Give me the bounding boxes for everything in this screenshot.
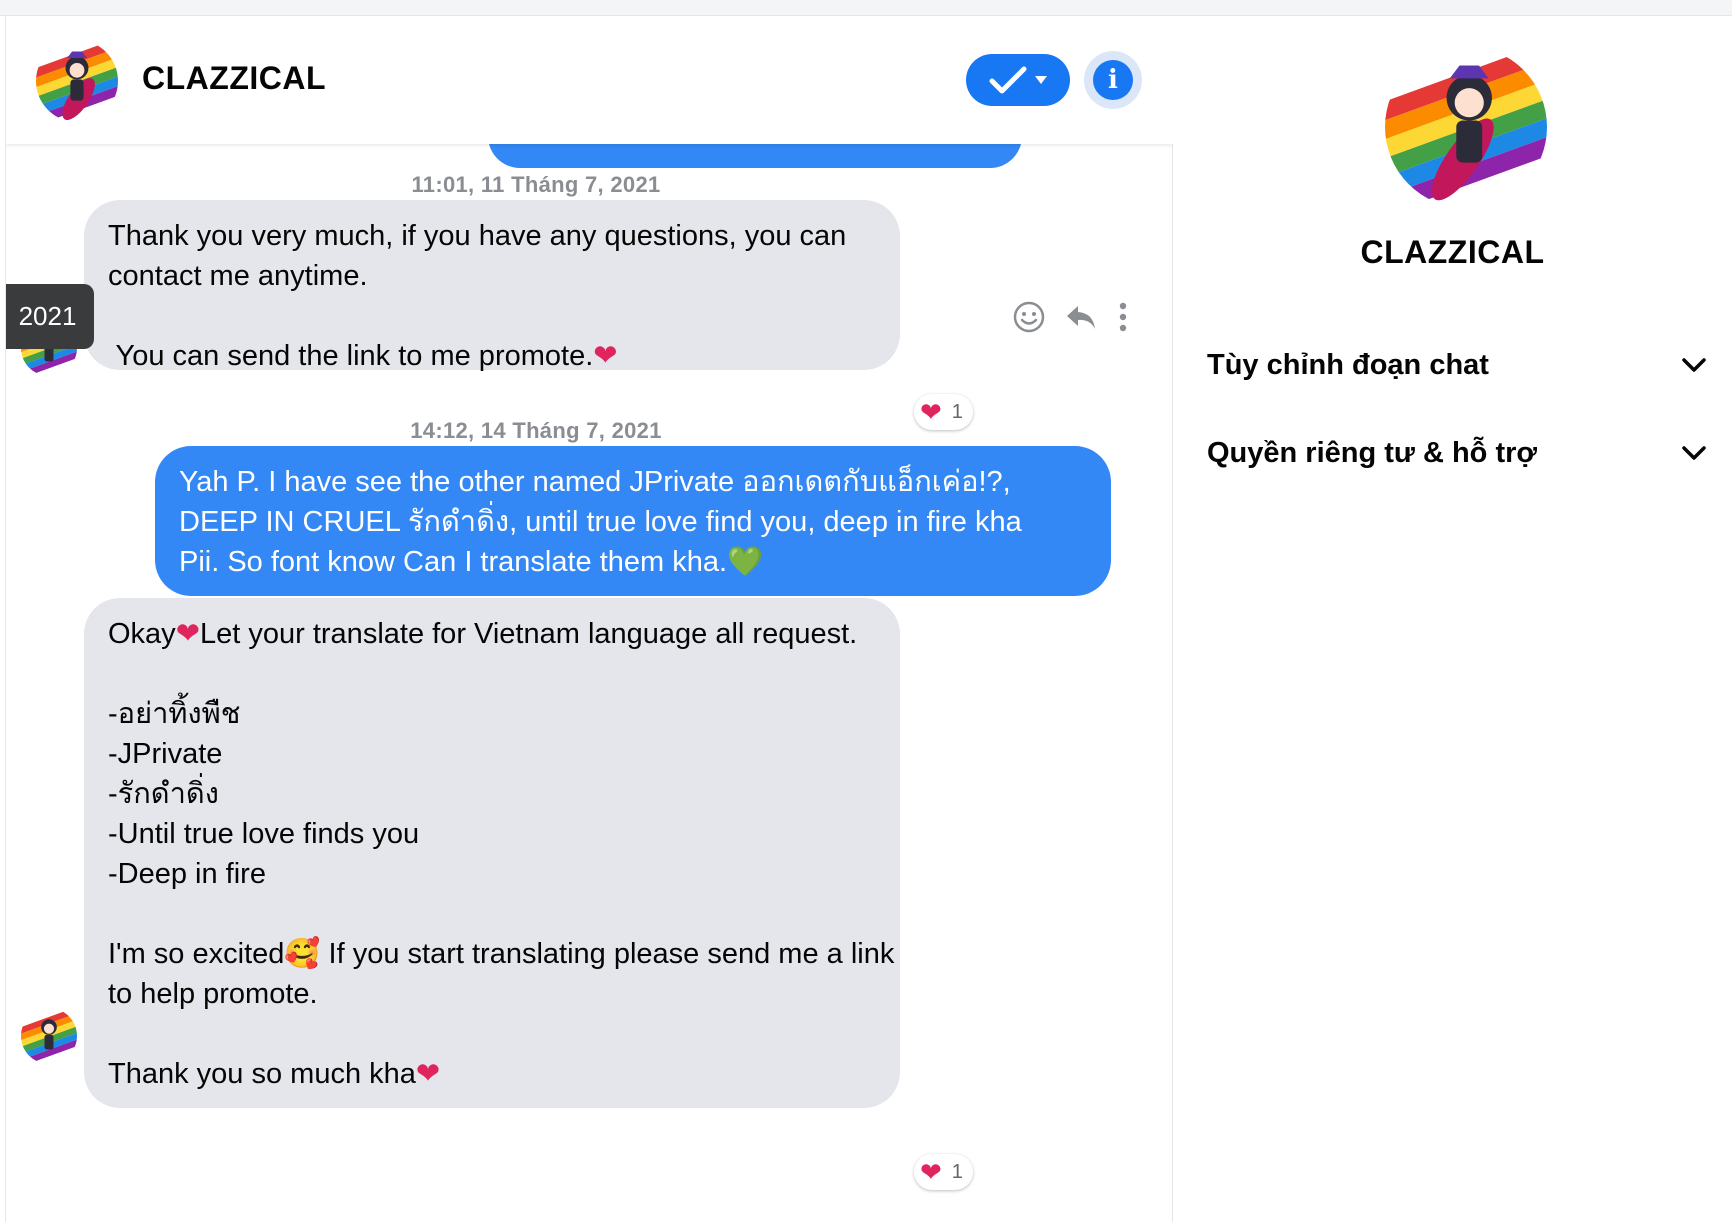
heart-emoji: ❤ bbox=[415, 1058, 441, 1090]
avatar-image bbox=[36, 40, 118, 122]
chevron-down-icon bbox=[1682, 446, 1706, 460]
profile-name: CLAZZICAL bbox=[1360, 234, 1545, 270]
message-line: Okay❤Let your translate for Vietnam lang… bbox=[108, 614, 876, 654]
heart-emoji: ❤ bbox=[593, 340, 618, 372]
customize-chat-section[interactable]: Tùy chỉnh đoạn chat bbox=[1207, 340, 1707, 390]
chat-header: CLAZZICAL i bbox=[6, 16, 1173, 144]
message-line bbox=[108, 1014, 876, 1054]
top-edge bbox=[0, 0, 1732, 16]
incoming-message[interactable]: Thank you very much, if you have any que… bbox=[84, 200, 900, 372]
message-line: You can send the link to me promote.❤ bbox=[108, 336, 876, 376]
message-line: Pii. So font know Can I translate them k… bbox=[179, 542, 1087, 582]
avatar-image bbox=[1385, 46, 1547, 208]
delivered-status-button[interactable] bbox=[966, 54, 1070, 106]
message-line: -JPrivate bbox=[108, 738, 223, 770]
message-line bbox=[108, 894, 876, 934]
check-icon bbox=[989, 66, 1027, 94]
smiling-hearts-emoji: 🥰 bbox=[284, 938, 321, 970]
message-line: Thank you very much, if you have any que… bbox=[108, 220, 847, 252]
message-text: I'm so excited bbox=[108, 938, 285, 970]
message-line: Yah P. I have see the other named JPriva… bbox=[179, 466, 1011, 498]
chat-pane: Yah. I will see the other novel kha. ❤❤ bbox=[5, 16, 1173, 1222]
reaction-count: 1 bbox=[951, 1160, 963, 1183]
message-text: You can send the link to me promote. bbox=[108, 340, 594, 372]
message-line bbox=[108, 296, 876, 336]
conversation-info-button[interactable]: i bbox=[1084, 51, 1142, 109]
chevron-down-icon bbox=[1035, 76, 1047, 84]
outgoing-message[interactable]: Yah P. I have see the other named JPriva… bbox=[155, 446, 1111, 596]
timestamp: 11:01, 11 Tháng 7, 2021 bbox=[411, 172, 661, 197]
info-icon: i bbox=[1093, 60, 1133, 100]
green-heart-emoji: 💚 bbox=[727, 546, 764, 578]
heart-emoji: ❤ bbox=[175, 618, 200, 650]
date-tooltip: 2021 bbox=[6, 284, 94, 349]
smiley-icon[interactable] bbox=[1012, 300, 1046, 334]
section-label: Quyền riêng tư & hỗ trợ bbox=[1207, 436, 1538, 469]
contact-name: CLAZZICAL bbox=[142, 60, 327, 96]
message-text: Thank you so much kha bbox=[108, 1058, 416, 1090]
reply-icon[interactable] bbox=[1064, 302, 1098, 332]
timestamp: 14:12, 14 Tháng 7, 2021 bbox=[410, 418, 662, 443]
message-line: -รักดำดิ่ง bbox=[108, 778, 219, 810]
conversation-info-panel: CLAZZICAL Tùy chỉnh đoạn chat Quyền riên… bbox=[1173, 16, 1732, 1222]
message-text: If you start translating please send me … bbox=[320, 938, 895, 970]
reaction-badge[interactable]: ❤ 1 bbox=[914, 1154, 973, 1190]
message-line: to help promote. bbox=[108, 978, 318, 1010]
message-line: -Deep in fire bbox=[108, 858, 266, 890]
message-text: Pii. So font know Can I translate them k… bbox=[179, 546, 728, 578]
message-actions bbox=[1012, 300, 1130, 334]
reaction-count: 1 bbox=[951, 400, 963, 423]
avatar-image bbox=[21, 1008, 77, 1064]
section-label: Tùy chỉnh đoạn chat bbox=[1207, 348, 1489, 381]
message-line: DEEP IN CRUEL รักดำดิ่ง, until true love… bbox=[179, 506, 1022, 538]
privacy-support-section[interactable]: Quyền riêng tư & hỗ trợ bbox=[1207, 428, 1707, 478]
heart-reaction-icon: ❤ bbox=[920, 397, 942, 427]
message-text: Okay bbox=[108, 618, 176, 650]
heart-reaction-icon: ❤ bbox=[920, 1157, 942, 1187]
message-line: -อย่าทิ้งพืช bbox=[108, 698, 241, 730]
profile-avatar[interactable] bbox=[1385, 46, 1547, 208]
sender-avatar[interactable] bbox=[21, 1008, 77, 1064]
contact-avatar[interactable] bbox=[36, 40, 118, 122]
message-line: I'm so excited🥰 If you start translating… bbox=[108, 934, 894, 974]
more-icon[interactable] bbox=[1116, 300, 1130, 334]
message-line: Thank you so much kha❤ bbox=[108, 1054, 876, 1094]
message-line bbox=[108, 654, 876, 694]
chevron-down-icon bbox=[1682, 358, 1706, 372]
reaction-badge[interactable]: ❤ 1 bbox=[914, 394, 973, 430]
message-text: Let your translate for Vietnam language … bbox=[200, 618, 858, 650]
message-line: -Until true love finds you bbox=[108, 818, 420, 850]
message-line: contact me anytime. bbox=[108, 260, 368, 292]
incoming-message[interactable]: Okay❤Let your translate for Vietnam lang… bbox=[84, 598, 900, 1108]
